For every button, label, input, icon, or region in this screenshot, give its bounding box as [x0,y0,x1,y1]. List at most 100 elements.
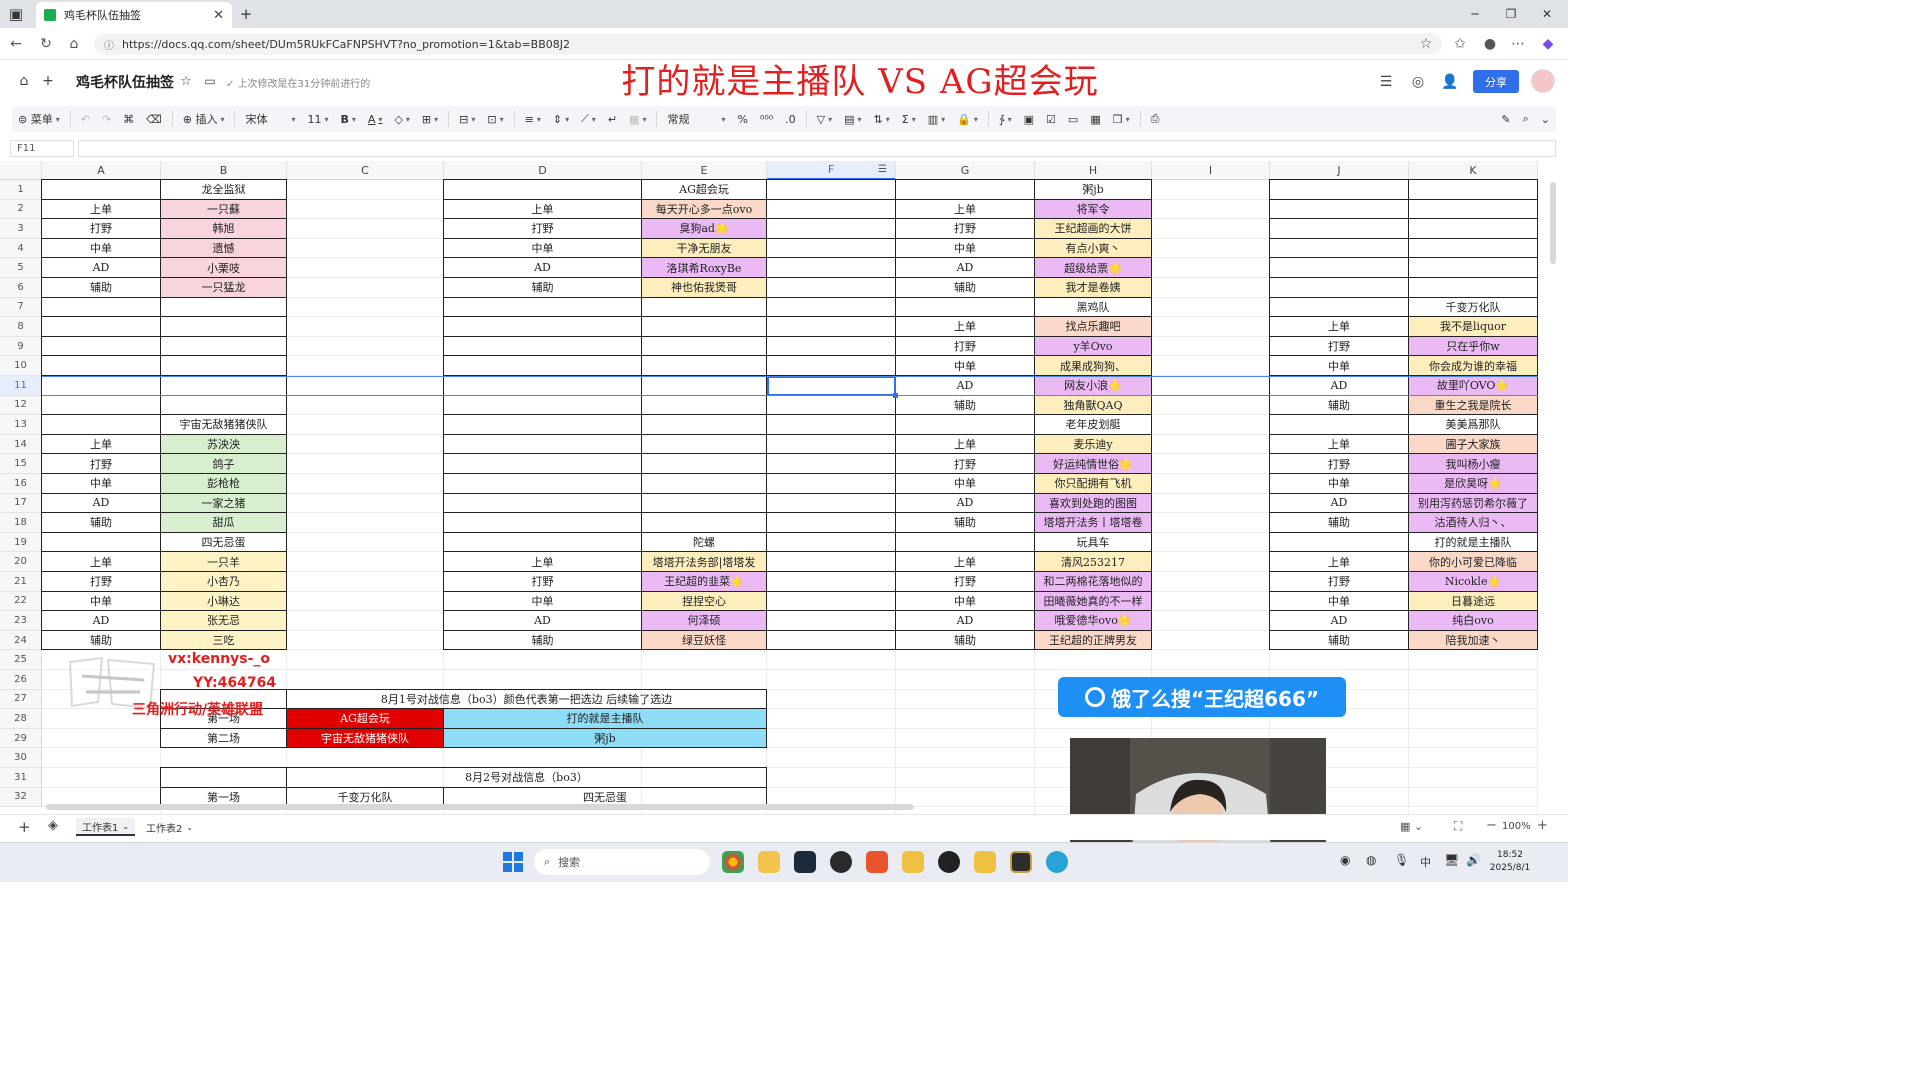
team-header-blank[interactable] [895,414,1035,435]
team-name[interactable]: 美美爲那队 [1408,414,1538,435]
player-cell[interactable]: 一只羊 [160,551,287,572]
role-label[interactable]: 中单 [41,473,161,494]
row-header-15[interactable]: 15 [0,454,42,474]
form-icon[interactable]: ▭ [1062,106,1084,132]
empty-cell[interactable] [443,492,642,514]
schedule-team-red[interactable]: AG超会玩 [286,708,444,729]
empty-cell[interactable] [41,394,161,416]
empty-cell[interactable] [641,433,767,455]
row-header-12[interactable]: 12 [0,395,42,416]
empty-cell[interactable] [443,394,642,416]
player-cell[interactable]: y羊Ovo [1034,335,1152,357]
empty-cell[interactable] [1269,257,1409,278]
player-cell[interactable]: 塔塔开法务丨塔塔卷 [1034,512,1152,533]
role-label[interactable]: 辅助 [895,394,1035,416]
empty-cell[interactable] [766,473,896,494]
edit-pen-icon[interactable]: ✎ [1495,106,1516,132]
role-label[interactable]: AD [443,610,642,631]
player-cell[interactable]: 绿豆妖怪 [641,629,767,651]
player-cell[interactable]: 干净无朋友 [641,237,767,259]
back-icon[interactable]: ← [6,34,26,54]
player-cell[interactable]: 我叫杨小瘦 [1408,453,1538,474]
list-menu-icon[interactable]: ☰ [1376,72,1396,92]
role-label[interactable]: 打野 [895,571,1035,592]
role-label[interactable]: 打野 [1269,335,1409,357]
row-header-22[interactable]: 22 [0,591,42,612]
team-name[interactable]: 黑鸡队 [1034,296,1152,318]
empty-cell[interactable] [443,316,642,337]
microphone-icon[interactable]: 🎙 [1394,853,1409,867]
row-header-32[interactable]: 32 [0,787,42,808]
empty-cell[interactable] [766,316,896,337]
row-header-5[interactable]: 5 [0,258,42,278]
row-header-17[interactable]: 17 [0,493,42,514]
team-header-blank[interactable] [895,296,1035,318]
redo-icon[interactable]: ↷ [96,106,117,132]
empty-cell[interactable] [766,394,896,416]
player-cell[interactable]: 将军令 [1034,198,1152,220]
column-header-g[interactable]: G [896,161,1035,180]
player-cell[interactable]: 重生之我是院长 [1408,394,1538,416]
empty-cell[interactable] [1269,277,1409,298]
role-label[interactable]: AD [895,257,1035,278]
role-label[interactable]: AD [41,610,161,631]
column-header-f[interactable]: F [767,161,896,180]
player-cell[interactable]: 喜欢到处跑的图图 [1034,492,1152,514]
role-label[interactable]: 上单 [41,198,161,220]
new-doc-icon[interactable]: + [38,71,58,91]
app3-taskbar-icon[interactable] [938,851,960,873]
network-icon[interactable]: 🖥 [1444,853,1459,867]
role-label[interactable]: 中单 [1269,590,1409,612]
restore-icon[interactable]: ❐ [1494,4,1528,24]
empty-cell[interactable] [41,335,161,357]
docs-home-icon[interactable]: ⌂ [14,71,34,91]
column-header-c[interactable]: C [287,161,444,180]
wrap-text-icon[interactable]: ↵ [602,106,623,132]
player-cell[interactable]: 你会成为谁的幸福 [1408,355,1538,376]
player-cell[interactable]: 苏泱泱 [160,433,287,455]
role-label[interactable]: 辅助 [443,629,642,651]
empty-cell[interactable] [1269,179,1409,200]
app-taskbar-icon[interactable] [794,851,816,873]
team-header-blank[interactable] [41,414,161,435]
fill-color-icon[interactable]: ◇ [388,106,415,132]
player-cell[interactable]: 我才是卷姨 [1034,277,1152,298]
empty-cell[interactable] [766,571,896,592]
role-label[interactable]: 打野 [41,571,161,592]
row-header-16[interactable]: 16 [0,474,42,494]
select-all-corner[interactable] [0,161,42,180]
column-header-b[interactable]: B [161,161,287,180]
player-cell[interactable]: 圃子大家族 [1408,433,1538,455]
empty-cell[interactable] [641,473,767,494]
player-cell[interactable]: 张无忌 [160,610,287,631]
team-header-blank[interactable] [1269,531,1409,553]
empty-cell[interactable] [443,473,642,494]
share-button[interactable]: 分享 [1473,70,1519,93]
empty-cell[interactable] [443,296,642,318]
player-cell[interactable]: 捏捏空心 [641,590,767,612]
volume-icon[interactable]: 🔊 [1466,853,1481,867]
url-input[interactable]: ⓘ https://docs.qq.com/sheet/DUm5RUkFCaFN… [94,33,1442,55]
align-icon[interactable]: ≡ [519,106,547,132]
ime-indicator[interactable]: 中 [1420,854,1431,870]
empty-cell[interactable] [1408,277,1538,298]
row-header-29[interactable]: 29 [0,728,42,749]
role-label[interactable]: 中单 [895,473,1035,494]
column-header-j[interactable]: J [1270,161,1409,180]
row-header-3[interactable]: 3 [0,219,42,239]
profile-icon[interactable]: ● [1480,34,1500,54]
empty-cell[interactable] [766,277,896,298]
role-label[interactable]: 上单 [1269,433,1409,455]
row-header-4[interactable]: 4 [0,238,42,259]
role-label[interactable]: 中单 [1269,473,1409,494]
player-cell[interactable]: 故里吖OVO🌟 [1408,375,1538,396]
copilot-icon[interactable]: ◆ [1538,34,1558,54]
column-header-e[interactable]: E [642,161,767,180]
schedule-day1-title[interactable]: 8月1号对战信息（bo3）颜色代表第一把选边 后续输了选边 [286,688,767,710]
menu-button[interactable]: ⊜ 菜单 [12,106,66,132]
team-name[interactable]: 四无忌蛋 [160,531,287,553]
empty-cell[interactable] [766,610,896,631]
empty-cell[interactable] [1408,218,1538,239]
role-label[interactable]: 辅助 [1269,629,1409,651]
empty-cell[interactable] [641,375,767,396]
